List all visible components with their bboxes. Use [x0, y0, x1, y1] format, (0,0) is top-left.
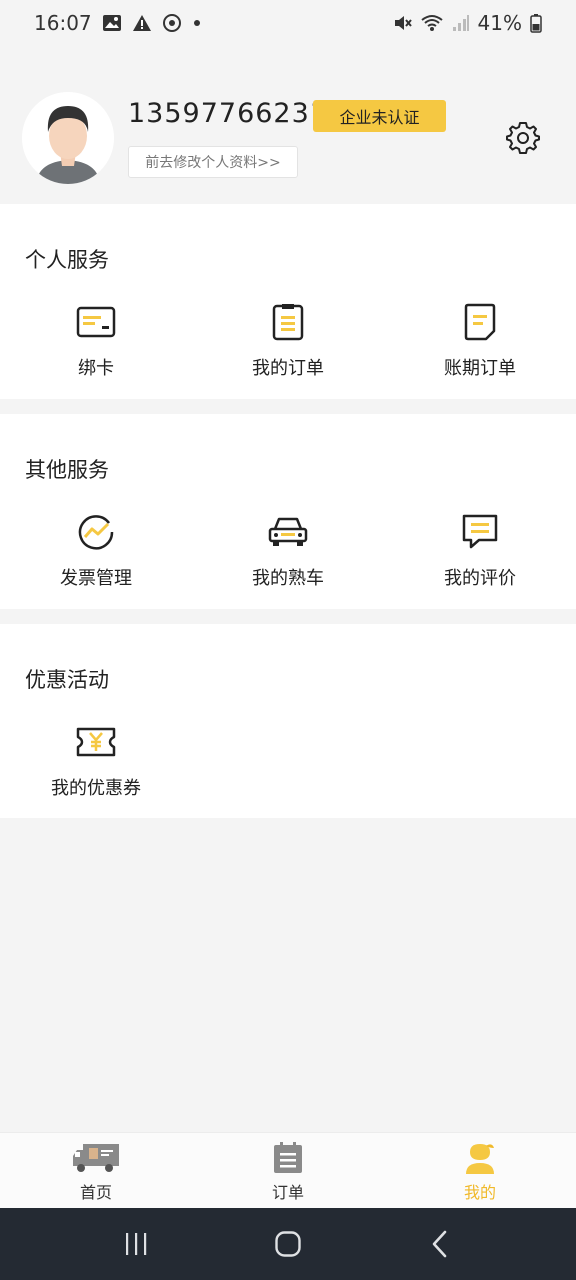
- my-orders-button[interactable]: 我的订单: [192, 300, 384, 390]
- warning-icon: [132, 14, 152, 32]
- grid-item-label: 发票管理: [60, 568, 132, 589]
- grid-item-label: 我的优惠券: [51, 778, 141, 799]
- grid-item-label: 我的评价: [444, 568, 516, 589]
- cert-status-badge[interactable]: 企业未认证: [313, 100, 446, 132]
- mute-icon: [392, 13, 412, 33]
- section-title: 优惠活动: [25, 668, 109, 692]
- nav-label: 我的: [463, 1183, 496, 1202]
- card-icon: [74, 300, 118, 344]
- gear-icon[interactable]: [506, 120, 540, 154]
- other-services-section: 其他服务 发票管理 我的熟车 我的评价: [0, 414, 576, 609]
- clipboard-icon: [273, 1141, 303, 1175]
- battery-icon: [530, 13, 542, 33]
- home-button[interactable]: [258, 1214, 318, 1274]
- back-button[interactable]: [410, 1214, 470, 1274]
- phone-number: 13597766231: [128, 98, 328, 129]
- review-icon: [458, 510, 502, 554]
- period-orders-button[interactable]: 账期订单: [384, 300, 576, 390]
- nav-label: 订单: [271, 1183, 304, 1202]
- avatar[interactable]: [22, 92, 114, 184]
- sync-icon: [162, 13, 182, 33]
- nav-orders[interactable]: 订单: [192, 1133, 384, 1208]
- truck-icon: [71, 1141, 121, 1175]
- my-reviews-button[interactable]: 我的评价: [384, 510, 576, 600]
- bottom-nav: 首页 订单 我的: [0, 1132, 576, 1208]
- status-time: 16:07: [34, 11, 92, 35]
- section-title: 个人服务: [25, 248, 109, 272]
- my-coupons-button[interactable]: 我的优惠券: [0, 720, 192, 810]
- image-icon: [102, 14, 122, 32]
- car-icon: [266, 510, 310, 554]
- my-familiar-cars-button[interactable]: 我的熟车: [192, 510, 384, 600]
- user-icon: [464, 1141, 496, 1175]
- system-nav-bar: [0, 1208, 576, 1280]
- grid-item-label: 绑卡: [78, 358, 114, 379]
- grid-item-label: 账期订单: [444, 358, 516, 379]
- status-bar: 16:07 41%: [0, 0, 576, 46]
- edit-profile-link[interactable]: 前去修改个人资料>>: [128, 146, 298, 178]
- personal-services-section: 个人服务 绑卡 我的订单 账期订单: [0, 204, 576, 399]
- promotions-section: 优惠活动 我的优惠券: [0, 624, 576, 818]
- grid-item-label: 我的订单: [252, 358, 324, 379]
- nav-home[interactable]: 首页: [0, 1133, 192, 1208]
- order-list-icon: [266, 300, 310, 344]
- grid-item-label: 我的熟车: [252, 568, 324, 589]
- invoice-chart-icon: [74, 510, 118, 554]
- battery-percent: 41%: [477, 11, 522, 35]
- nav-label: 首页: [79, 1183, 112, 1202]
- invoice-management-button[interactable]: 发票管理: [0, 510, 192, 600]
- period-order-icon: [458, 300, 502, 344]
- section-title: 其他服务: [25, 458, 109, 482]
- signal-icon: [452, 14, 470, 32]
- dot-icon: [192, 18, 202, 28]
- coupon-icon: [74, 720, 118, 764]
- bind-card-button[interactable]: 绑卡: [0, 300, 192, 390]
- profile-header: 13597766231 企业未认证 前去修改个人资料>>: [0, 90, 576, 190]
- nav-mine[interactable]: 我的: [384, 1133, 576, 1208]
- wifi-icon: [420, 13, 444, 33]
- recent-apps-button[interactable]: [106, 1214, 166, 1274]
